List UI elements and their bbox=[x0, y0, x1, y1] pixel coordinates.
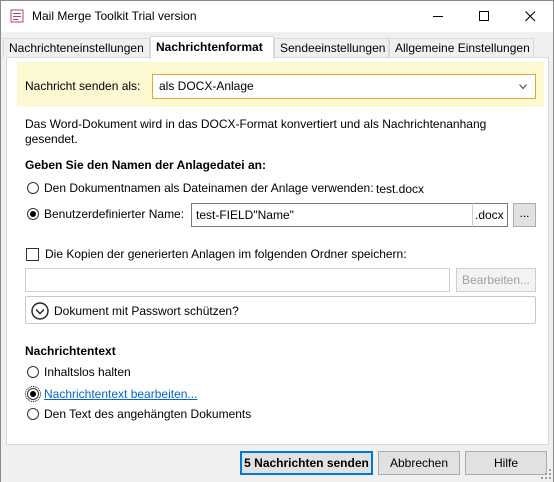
send-messages-button[interactable]: 5 Nachrichten senden bbox=[240, 451, 373, 475]
document-name-value: test.docx bbox=[376, 182, 425, 196]
custom-name-input[interactable]: test-FIELD"Name" bbox=[191, 203, 473, 227]
send-as-select[interactable]: als DOCX-Anlage bbox=[152, 74, 536, 99]
radio-custom-name[interactable] bbox=[27, 208, 39, 220]
attached-document-text-label: Den Text des angehängten Dokuments bbox=[44, 407, 252, 421]
app-icon bbox=[10, 9, 24, 23]
close-button[interactable] bbox=[507, 1, 553, 32]
radio-use-document-name[interactable] bbox=[27, 182, 39, 194]
radio-keep-empty[interactable] bbox=[27, 366, 39, 378]
tab-nachrichtenformat[interactable]: Nachrichtenformat bbox=[150, 36, 274, 59]
use-document-name-label: Den Dokumentnamen als Dateinamen der Anl… bbox=[44, 181, 374, 195]
save-copies-checkbox[interactable] bbox=[26, 248, 39, 261]
format-description-line2: gesendet. bbox=[25, 132, 78, 146]
message-text-heading: Nachrichtentext bbox=[25, 344, 116, 358]
maximize-button[interactable] bbox=[461, 1, 507, 32]
close-icon bbox=[524, 11, 535, 22]
field-browse-button[interactable]: ... bbox=[513, 203, 536, 227]
custom-name-label: Benutzerdefinierter Name: bbox=[44, 207, 185, 221]
window-title: Mail Merge Toolkit Trial version bbox=[32, 9, 197, 23]
copies-folder-input[interactable] bbox=[25, 268, 450, 292]
keep-empty-label: Inhaltslos halten bbox=[44, 365, 131, 379]
attachment-name-heading: Geben Sie den Namen der Anlagedatei an: bbox=[25, 158, 266, 172]
chevron-down-icon bbox=[519, 84, 527, 90]
expand-down-icon bbox=[31, 302, 49, 320]
radio-edit-message-text[interactable] bbox=[25, 386, 41, 402]
send-as-label: Nachricht senden als: bbox=[25, 79, 141, 93]
resize-grip-icon[interactable] bbox=[541, 469, 552, 480]
minimize-button[interactable] bbox=[415, 1, 461, 32]
edit-message-text-link[interactable]: Nachrichtentext bearbeiten... bbox=[44, 387, 197, 401]
format-description-line1: Das Word-Dokument wird in das DOCX-Forma… bbox=[25, 117, 487, 131]
edit-folder-button[interactable]: Bearbeiten... bbox=[456, 268, 536, 292]
extension-field: .docx bbox=[472, 203, 508, 227]
maximize-icon bbox=[478, 11, 489, 21]
help-button[interactable]: Hilfe bbox=[465, 451, 547, 475]
minimize-icon bbox=[432, 16, 443, 17]
password-expander-label: Dokument mit Passwort schützen? bbox=[54, 304, 239, 318]
tab-allgemeine-einstellungen[interactable]: Allgemeine Einstellungen bbox=[389, 38, 534, 58]
save-copies-label: Die Kopien der generierten Anlagen im fo… bbox=[45, 247, 407, 261]
radio-attached-document-text[interactable] bbox=[27, 408, 39, 420]
tab-bar: Nachrichteneinstellungen Nachrichtenform… bbox=[3, 36, 551, 59]
title-bar: Mail Merge Toolkit Trial version bbox=[1, 1, 553, 32]
mail-merge-window: Mail Merge Toolkit Trial version Nachric… bbox=[0, 0, 554, 482]
tab-sendeeinstellungen[interactable]: Sendeeinstellungen bbox=[274, 38, 389, 58]
tab-nachrichteneinstellungen[interactable]: Nachrichteneinstellungen bbox=[3, 38, 150, 58]
cancel-button[interactable]: Abbrechen bbox=[378, 451, 460, 475]
password-expander[interactable]: Dokument mit Passwort schützen? bbox=[25, 296, 536, 324]
send-as-value: als DOCX-Anlage bbox=[159, 79, 254, 93]
